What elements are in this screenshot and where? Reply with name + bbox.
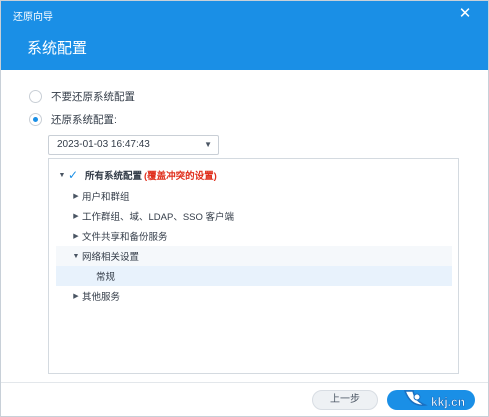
tree-root-row[interactable]: ▼ ✓ 所有系统配置 (覆盖冲突的设置) <box>56 165 452 185</box>
config-tree: ▼ ✓ 所有系统配置 (覆盖冲突的设置) ▶ 用户和群组 ▶ 工作群组、域、LD… <box>48 158 459 374</box>
option-restore[interactable]: 还原系统配置: <box>29 112 117 127</box>
option-restore-label: 还原系统配置: <box>51 114 117 126</box>
tree-root-warning: (覆盖冲突的设置) <box>144 171 217 182</box>
radio-restore[interactable] <box>29 113 42 126</box>
expand-arrow-icon[interactable]: ▶ <box>70 212 82 220</box>
tree-item-file-services[interactable]: ▶ 文件共享和备份服务 <box>56 226 452 246</box>
tree-item-label: 网络相关设置 <box>82 252 140 263</box>
restore-wizard-dialog: 还原向导 ✕ 系统配置 不要还原系统配置 还原系统配置: 2023-01-03 … <box>0 0 489 417</box>
option-no-restore-label: 不要还原系统配置 <box>51 91 135 103</box>
tree-item-network[interactable]: ▼ 网络相关设置 <box>56 246 452 266</box>
expand-arrow-icon[interactable]: ▶ <box>70 192 82 200</box>
tree-item-other-services[interactable]: ▶ 其他服务 <box>56 286 452 306</box>
restore-date-value: 2023-01-03 16:47:43 <box>57 139 150 150</box>
tree-item-label: 用户和群组 <box>82 192 130 203</box>
radio-no-restore[interactable] <box>29 90 42 103</box>
window-title: 还原向导 <box>13 12 53 23</box>
expand-arrow-icon[interactable]: ▶ <box>70 292 82 300</box>
watermark-logo: kkj.cn <box>403 390 465 409</box>
option-no-restore[interactable]: 不要还原系统配置 <box>29 89 135 104</box>
expand-arrow-icon[interactable]: ▼ <box>56 172 68 179</box>
prev-button[interactable]: 上一步 <box>312 390 378 410</box>
close-icon[interactable]: ✕ <box>456 5 474 23</box>
chevron-down-icon[interactable]: ▼ <box>204 136 212 154</box>
expand-arrow-icon[interactable]: ▶ <box>70 232 82 240</box>
expand-arrow-icon[interactable]: ▼ <box>70 253 82 260</box>
tree-item-label: 常规 <box>96 272 116 283</box>
tree-item-general[interactable]: 常规 <box>56 266 452 286</box>
tree-item-domain[interactable]: ▶ 工作群组、域、LDAP、SSO 客户端 <box>56 206 452 226</box>
restore-date-select[interactable]: 2023-01-03 16:47:43 ▼ <box>48 135 219 155</box>
tree-item-label: 文件共享和备份服务 <box>82 232 168 243</box>
watermark-text: kkj.cn <box>431 395 465 409</box>
tree-item-users[interactable]: ▶ 用户和群组 <box>56 186 452 206</box>
page-title: 系统配置 <box>27 40 88 57</box>
tree-item-label: 其他服务 <box>82 292 121 303</box>
dialog-header: 还原向导 ✕ 系统配置 <box>1 1 488 70</box>
tree-root-label: 所有系统配置 <box>85 171 143 182</box>
tree-item-label: 工作群组、域、LDAP、SSO 客户端 <box>82 212 235 223</box>
check-icon[interactable]: ✓ <box>68 168 81 182</box>
